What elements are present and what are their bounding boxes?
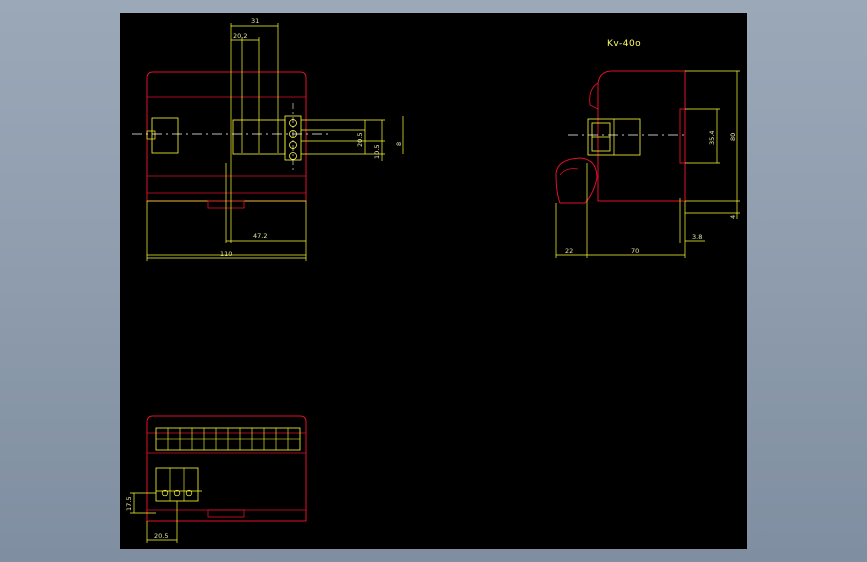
dim-right-small: 4 <box>729 215 737 219</box>
side-knob-detail <box>559 168 579 176</box>
dim-bottom-vertical: 17.5 <box>125 497 133 511</box>
side-view: 35.4 80 4 22 70 3.8 <box>555 70 740 258</box>
dim-overall-width: 110 <box>220 250 232 258</box>
bottom-view: 17.5 20.5 <box>125 415 307 543</box>
front-base <box>146 200 307 256</box>
dim-v-20-5: 20.5 <box>356 133 364 147</box>
drawing-title: Kv-40o <box>607 39 641 49</box>
front-view: 31 20.2 47.2 110 20.5 10.5 8 <box>132 17 404 261</box>
dim-height-inner: 35.4 <box>708 131 716 145</box>
dim-top-width: 31 <box>251 17 259 25</box>
side-knob <box>555 157 598 204</box>
bottom-slot <box>207 509 245 518</box>
dim-bottom-left: 22 <box>565 247 573 255</box>
dim-inner-width: 20.2 <box>233 32 247 40</box>
dim-v-8: 8 <box>395 142 403 146</box>
terminal-strip <box>155 427 301 451</box>
dim-v-10-5: 10.5 <box>373 145 381 159</box>
side-right-recess <box>679 108 685 164</box>
front-left-tab <box>146 130 156 140</box>
bottom-body-outline <box>146 415 307 522</box>
side-body-outline <box>597 70 686 202</box>
front-left-pocket <box>151 117 179 154</box>
drawing-canvas[interactable]: Kv-40o 31 20.2 47.2 110 20.5 10.5 8 35.4… <box>120 13 747 549</box>
dim-height-total: 80 <box>729 133 737 141</box>
dim-bottom-mid: 70 <box>631 247 639 255</box>
dim-bottom-width: 47.2 <box>253 232 267 240</box>
front-body-outline <box>146 71 307 202</box>
dim-bottom-right: 3.8 <box>692 233 702 241</box>
dim-bottom-horizontal: 20.5 <box>154 532 168 540</box>
cad-drawing: Kv-40o 31 20.2 47.2 110 20.5 10.5 8 35.4… <box>125 17 740 543</box>
side-top-curve <box>589 82 599 110</box>
